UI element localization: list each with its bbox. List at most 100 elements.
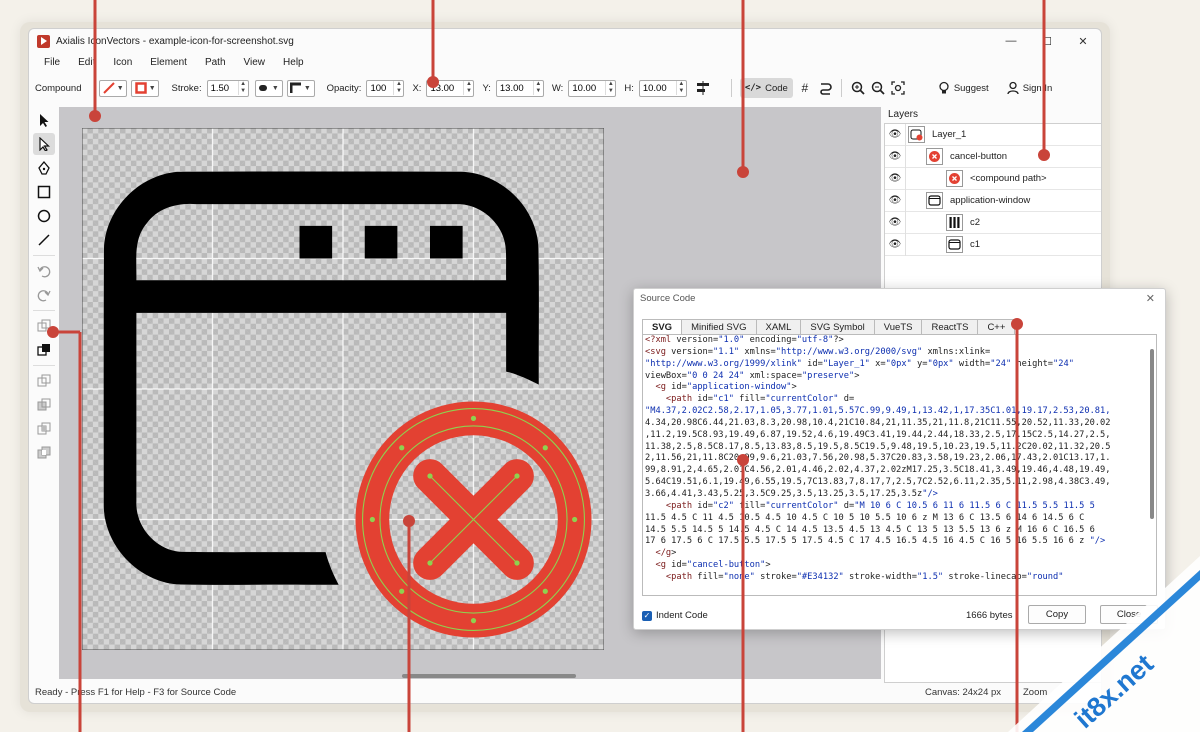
boolean-exclude-icon[interactable] <box>33 442 55 464</box>
layer-row-c2[interactable]: 👁 c2 <box>885 211 1101 234</box>
line-join-picker[interactable]: ▼ <box>286 79 315 97</box>
menu-path[interactable]: Path <box>196 55 235 73</box>
layer-row-layer-1[interactable]: 👁 Layer_1 <box>885 123 1101 146</box>
tools-sidebar <box>29 107 59 466</box>
layer-divider <box>905 123 906 146</box>
y-input[interactable] <box>496 80 533 96</box>
eye-icon[interactable]: 👁 <box>885 129 905 140</box>
code-line: <g id="application-window"> <box>655 382 797 393</box>
zoom-in-icon[interactable] <box>848 79 868 97</box>
fill-color-picker[interactable]: ▼ <box>131 79 160 97</box>
tab-svg[interactable]: SVG <box>642 319 683 334</box>
sign-in-button[interactable]: Sign In <box>1023 83 1053 94</box>
menu-file[interactable]: File <box>35 55 69 73</box>
stroke-width-input[interactable] <box>207 80 238 96</box>
undo-icon[interactable] <box>33 260 55 282</box>
pen-icon[interactable] <box>33 157 55 179</box>
h-stepper[interactable]: ▲▼ <box>638 79 687 97</box>
code-icon: </> <box>744 83 762 93</box>
eye-icon[interactable]: 👁 <box>885 173 905 184</box>
menu-edit[interactable]: Edit <box>69 55 104 73</box>
ellipse-icon[interactable] <box>33 205 55 227</box>
snap-icon[interactable] <box>815 79 835 97</box>
menu-element[interactable]: Element <box>141 55 196 73</box>
opacity-stepper[interactable]: ▲▼ <box>366 79 405 97</box>
x-stepper[interactable]: ▲▼ <box>426 79 475 97</box>
stroke-color-picker[interactable]: ▼ <box>99 79 128 97</box>
stepper-arrows-icon[interactable]: ▲ ▼ <box>393 81 403 95</box>
tab-xaml[interactable]: XAML <box>755 319 802 334</box>
properties-toolbar: Compound ▼ ▼ Stroke: ▲▼ ▼ ▼ Opacity: <box>29 77 1101 99</box>
tab-cpp[interactable]: C++ <box>977 319 1016 334</box>
stepper-arrows-icon[interactable]: ▲ ▼ <box>463 81 473 95</box>
user-icon[interactable] <box>1003 79 1023 97</box>
direct-select-icon[interactable] <box>33 133 55 155</box>
layer-name: <compound path> <box>970 173 1047 184</box>
code-view-toggle[interactable]: </> Code <box>739 78 793 98</box>
rectangle-icon[interactable] <box>33 181 55 203</box>
redo-icon[interactable] <box>33 284 55 306</box>
layer-divider <box>905 167 906 190</box>
close-icon[interactable]: ✕ <box>1146 292 1155 305</box>
align-icon[interactable] <box>693 79 713 97</box>
minimize-button[interactable]: — <box>993 29 1029 53</box>
canvas-horizontal-scrollbar[interactable] <box>402 674 576 678</box>
eye-icon[interactable]: 👁 <box>885 195 905 206</box>
layer-row-c1[interactable]: 👁 c1 <box>885 233 1101 256</box>
menu-icon[interactable]: Icon <box>104 55 141 73</box>
code-vertical-scrollbar[interactable] <box>1150 349 1154 519</box>
w-stepper[interactable]: ▲▼ <box>568 79 617 97</box>
layer-name: cancel-button <box>950 151 1008 162</box>
boolean-union-icon[interactable] <box>33 370 55 392</box>
window-buttons-shape[interactable] <box>299 225 463 259</box>
lightbulb-icon[interactable] <box>934 79 954 97</box>
stroke-width-stepper[interactable]: ▲▼ <box>206 79 249 97</box>
code-line: 5.64C19.51,6.1,19.49,6.55,19.5,7C13.83,7… <box>645 477 1111 488</box>
layer-row-compound-path[interactable]: 👁 <compound path> <box>885 167 1101 190</box>
w-input[interactable] <box>569 80 606 96</box>
suggest-button[interactable]: Suggest <box>954 83 989 94</box>
icon-artwork[interactable] <box>82 128 604 650</box>
x-input[interactable] <box>427 80 464 96</box>
zoom-out-icon[interactable] <box>868 79 888 97</box>
layer-row-application-window[interactable]: 👁 application-window <box>885 189 1101 212</box>
fit-canvas-icon[interactable] <box>888 79 908 97</box>
line-cap-picker[interactable]: ▼ <box>254 79 283 97</box>
menu-help[interactable]: Help <box>274 55 313 73</box>
tools-separator <box>33 365 55 366</box>
menu-view[interactable]: View <box>235 55 275 73</box>
grid-icon[interactable]: # <box>795 79 815 97</box>
tab-vuets[interactable]: VueTS <box>873 319 923 334</box>
combine-icon[interactable] <box>33 315 55 337</box>
y-stepper[interactable]: ▲▼ <box>495 79 544 97</box>
combine-active-icon[interactable] <box>33 339 55 361</box>
chevron-down-icon: ▼ <box>271 84 279 92</box>
indent-code-checkbox[interactable]: ✓ Indent Code <box>642 610 708 621</box>
line-icon[interactable] <box>33 229 55 251</box>
checkmark-icon: ✓ <box>642 610 652 621</box>
menu-bar: File Edit Icon Element Path View Help <box>29 55 313 73</box>
tab-svg-symbol[interactable]: SVG Symbol <box>800 319 875 334</box>
stepper-arrows-icon[interactable]: ▲ ▼ <box>532 81 543 95</box>
boolean-intersect-icon[interactable] <box>33 418 55 440</box>
stroke-color-icon <box>103 82 115 94</box>
stepper-arrows-icon[interactable]: ▲ ▼ <box>237 81 248 95</box>
opacity-input[interactable] <box>367 80 394 96</box>
eye-icon[interactable]: 👁 <box>885 217 905 228</box>
toolbar-separator <box>730 79 732 97</box>
eye-icon[interactable]: 👁 <box>885 151 905 162</box>
stepper-arrows-icon[interactable]: ▲ ▼ <box>605 81 615 95</box>
layer-name: c2 <box>970 217 981 228</box>
stepper-arrows-icon[interactable]: ▲ ▼ <box>675 81 686 95</box>
chevron-down-icon: ▼ <box>116 84 124 92</box>
select-arrow-icon[interactable] <box>33 109 55 131</box>
layer-row-cancel-button[interactable]: 👁 cancel-button <box>885 145 1101 168</box>
tab-minified-svg[interactable]: Minified SVG <box>681 319 757 334</box>
eye-icon[interactable]: 👁 <box>885 239 905 250</box>
status-bar: Ready - Press F1 for Help - F3 for Sourc… <box>35 685 1095 699</box>
boolean-subtract-icon[interactable] <box>33 394 55 416</box>
close-window-button[interactable]: ✕ <box>1065 29 1101 53</box>
maximize-button[interactable]: ☐ <box>1029 29 1065 53</box>
tab-reactts[interactable]: ReactTS <box>921 319 979 334</box>
h-input[interactable] <box>639 80 676 96</box>
